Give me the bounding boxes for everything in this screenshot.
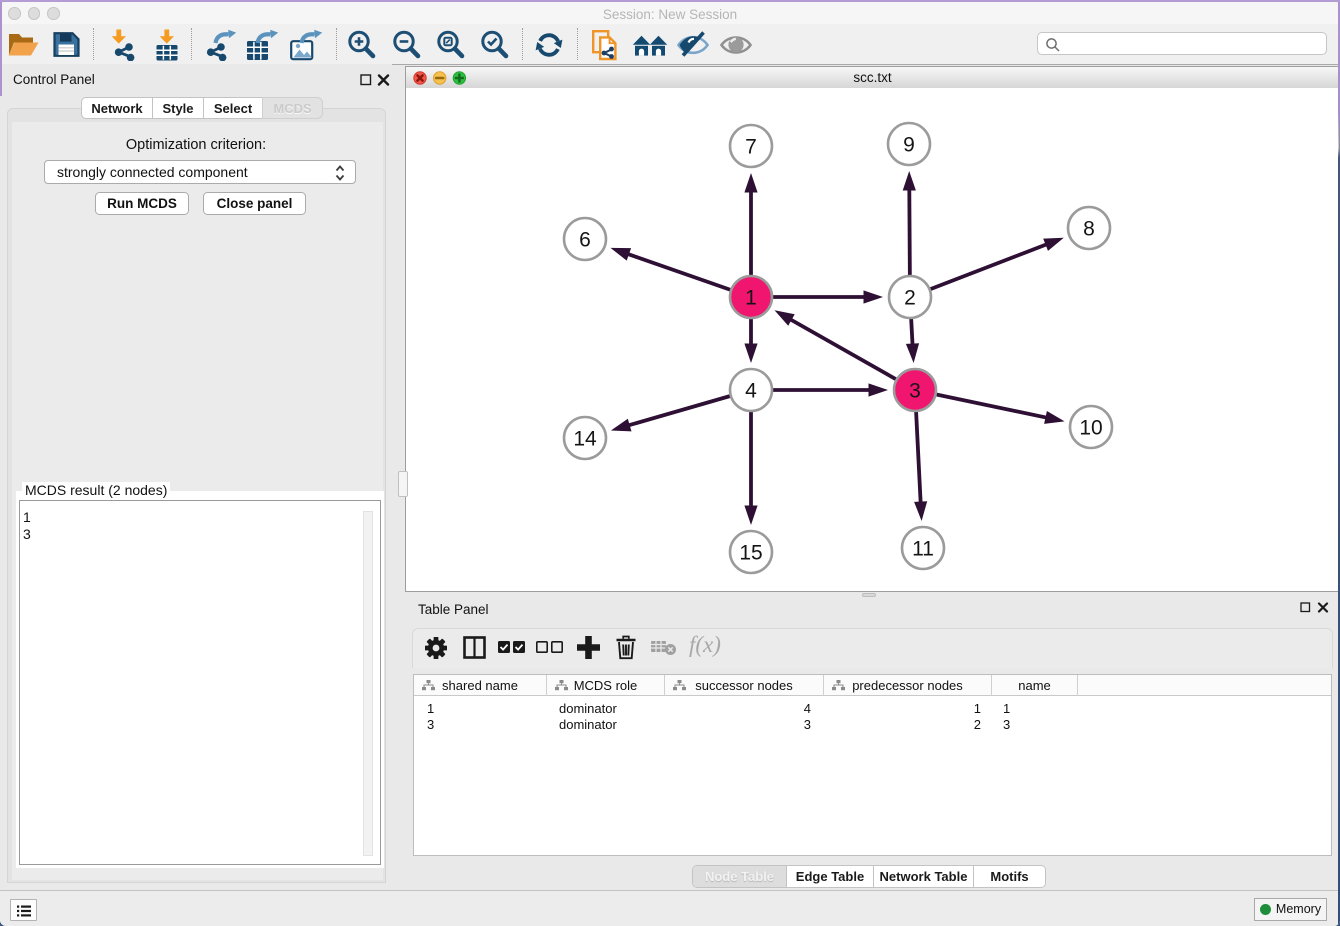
svg-text:10: 10 <box>1079 417 1102 440</box>
svg-text:2: 2 <box>904 287 916 310</box>
svg-text:1: 1 <box>745 287 757 310</box>
svg-text:8: 8 <box>1083 218 1095 241</box>
svg-text:14: 14 <box>573 428 597 451</box>
svg-text:7: 7 <box>745 136 757 159</box>
svg-text:6: 6 <box>579 229 591 252</box>
svg-text:15: 15 <box>739 542 762 565</box>
svg-text:11: 11 <box>912 538 934 561</box>
svg-text:9: 9 <box>903 134 915 157</box>
svg-text:4: 4 <box>745 380 757 403</box>
svg-text:3: 3 <box>909 380 921 403</box>
